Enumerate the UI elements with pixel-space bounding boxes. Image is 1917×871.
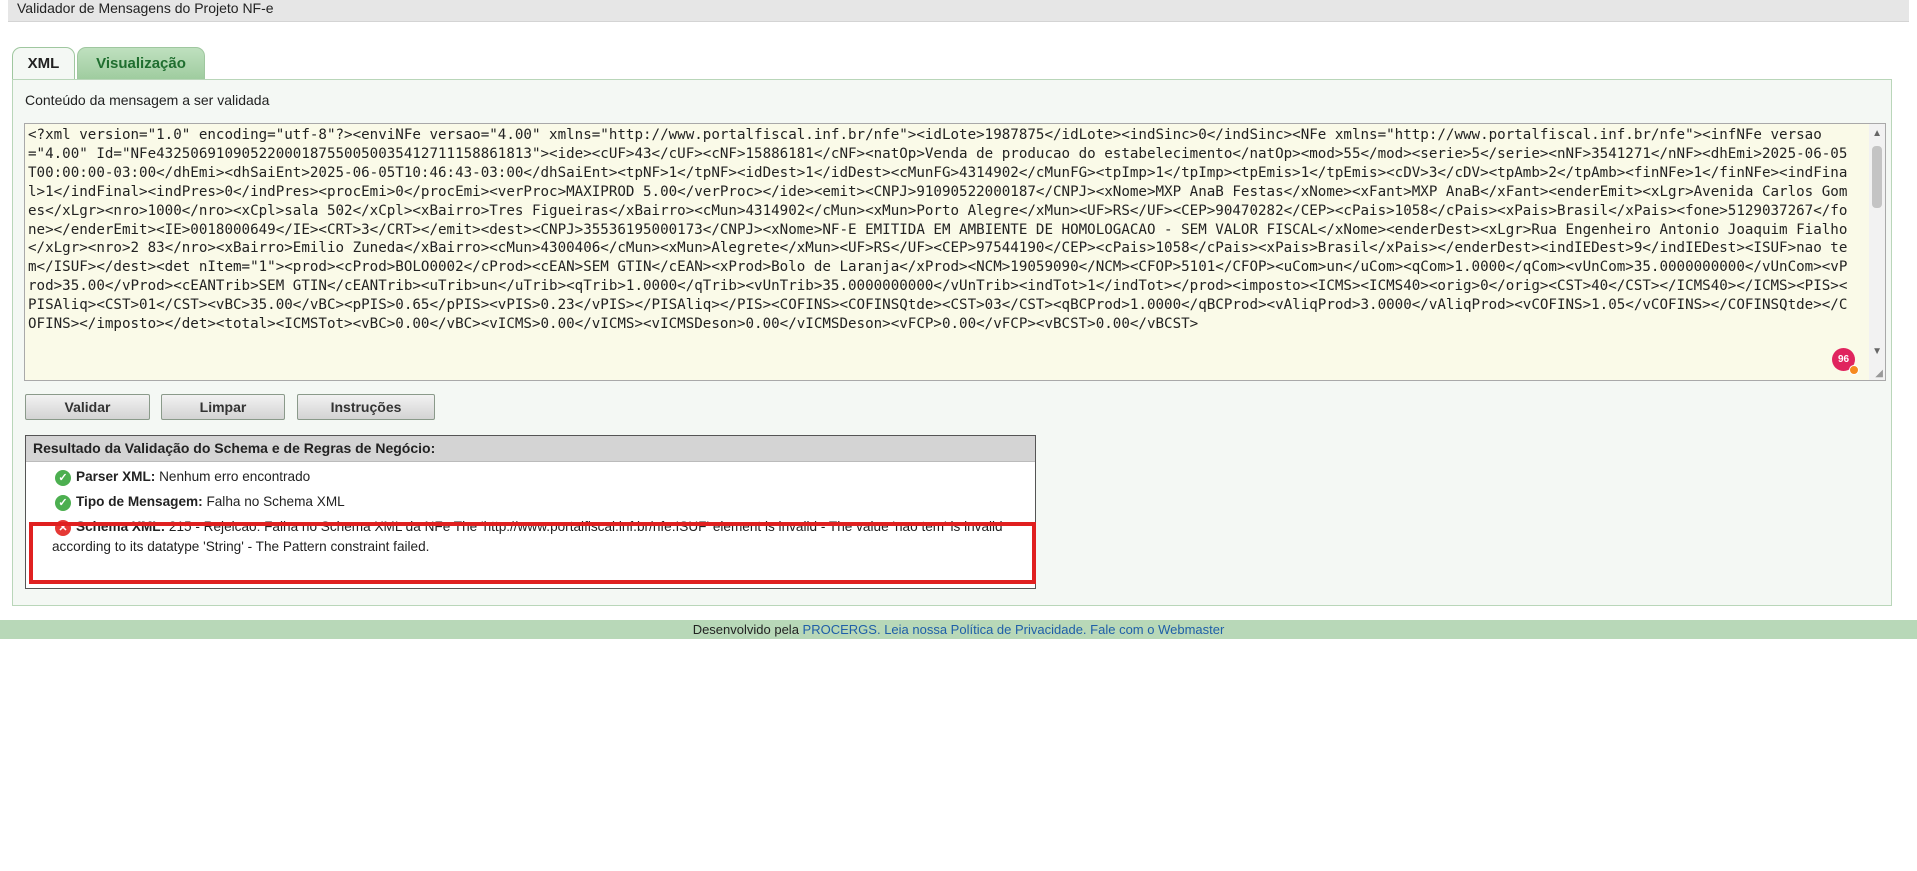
parser-result: Parser XML: Nenhum erro encontrado — [76, 469, 310, 484]
tipo-result: Tipo de Mensagem: Falha no Schema XML — [76, 494, 345, 509]
footer-prefix: Desenvolvido pela — [692, 622, 799, 637]
check-icon: ✓ — [55, 495, 71, 511]
status-dot-icon — [1849, 365, 1859, 375]
vertical-scrollbar[interactable]: ▲ ▼ — [1869, 124, 1885, 380]
xml-content[interactable]: <?xml version="1.0" encoding="utf-8"?><e… — [28, 126, 1851, 334]
tipo-value: Falha no Schema XML — [206, 494, 345, 509]
instrucoes-button[interactable]: Instruções — [297, 394, 435, 420]
result-header: Resultado da Validação do Schema e de Re… — [26, 436, 1035, 462]
scroll-up-arrow-icon[interactable]: ▲ — [1872, 128, 1882, 139]
resize-grip-icon[interactable]: ◢ — [1875, 368, 1883, 379]
tab-visualizacao[interactable]: Visualização — [77, 47, 205, 79]
panel-title: Conteúdo da mensagem a ser validada — [25, 92, 270, 108]
app-title: Validador de Mensagens do Projeto NF-e — [17, 0, 274, 16]
scroll-thumb[interactable] — [1872, 146, 1882, 208]
xml-textarea[interactable]: <?xml version="1.0" encoding="utf-8"?><e… — [24, 123, 1886, 381]
parser-value: Nenhum erro encontrado — [159, 469, 311, 484]
parser-label: Parser XML: — [76, 469, 156, 484]
title-bar: Validador de Mensagens do Projeto NF-e — [8, 0, 1909, 22]
webmaster-link[interactable]: Fale com o Webmaster — [1090, 622, 1224, 637]
tab-xml[interactable]: XML — [12, 47, 75, 80]
limpar-button[interactable]: Limpar — [161, 394, 285, 420]
tipo-label: Tipo de Mensagem: — [76, 494, 203, 509]
procergs-link[interactable]: PROCERGS. — [803, 622, 881, 637]
scroll-down-arrow-icon[interactable]: ▼ — [1872, 346, 1882, 357]
privacy-link[interactable]: Leia nossa Política de Privacidade. — [884, 622, 1086, 637]
error-highlight-box — [29, 522, 1036, 584]
check-icon: ✓ — [55, 470, 71, 486]
validar-button[interactable]: Validar — [25, 394, 150, 420]
footer: Desenvolvido pela PROCERGS. Leia nossa P… — [0, 620, 1917, 639]
